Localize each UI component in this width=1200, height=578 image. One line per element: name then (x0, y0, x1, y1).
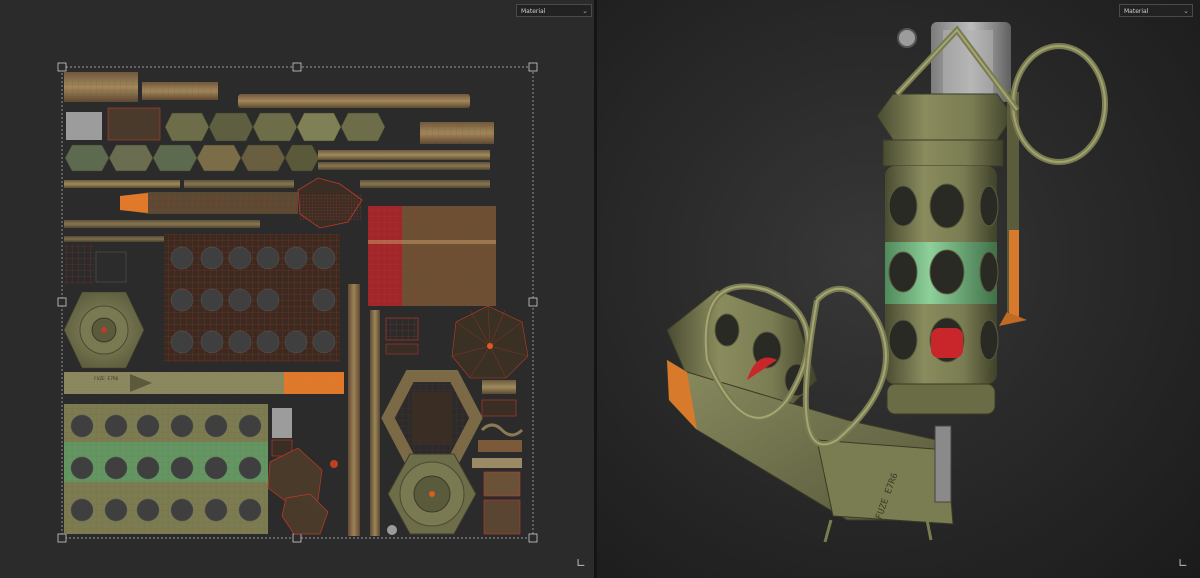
viewport-canvas[interactable]: FUZE E7R6 (597, 0, 1200, 578)
selection-handle-tl[interactable] (57, 62, 67, 72)
chevron-down-icon: ⌄ (1183, 7, 1189, 15)
texture-label-fuze: FUZE E7R6 (94, 376, 119, 382)
selection-handle-bl[interactable] (57, 533, 67, 543)
grenade-standing (876, 22, 1108, 415)
selection-handle-br[interactable] (528, 533, 538, 543)
viewport-3d-pane[interactable]: FUZE E7R6 Material ⌄ ∟ (597, 0, 1200, 578)
selection-handle-ml[interactable] (57, 297, 67, 307)
axis-gizmo-icon: ∟ (1178, 556, 1189, 570)
chevron-down-icon: ⌄ (582, 7, 588, 15)
uv-canvas[interactable]: FUZE E7R6 (0, 0, 594, 578)
viewport-material-dropdown[interactable]: Material ⌄ (1119, 4, 1193, 17)
uv-islands: FUZE E7R6 (63, 72, 529, 536)
selection-handle-mr[interactable] (528, 297, 538, 307)
selection-handle-bm[interactable] (292, 533, 302, 543)
uv-material-dropdown[interactable]: Material ⌄ (516, 4, 592, 17)
selection-handle-tr[interactable] (528, 62, 538, 72)
uv-editor-pane[interactable]: FUZE E7R6 Material ⌄ ∟ (0, 0, 594, 578)
uv-material-dropdown-value: Material (521, 8, 546, 15)
selection-handle-tm[interactable] (292, 62, 302, 72)
viewport-material-dropdown-value: Material (1124, 8, 1149, 15)
axis-gizmo-icon: ∟ (576, 556, 587, 570)
